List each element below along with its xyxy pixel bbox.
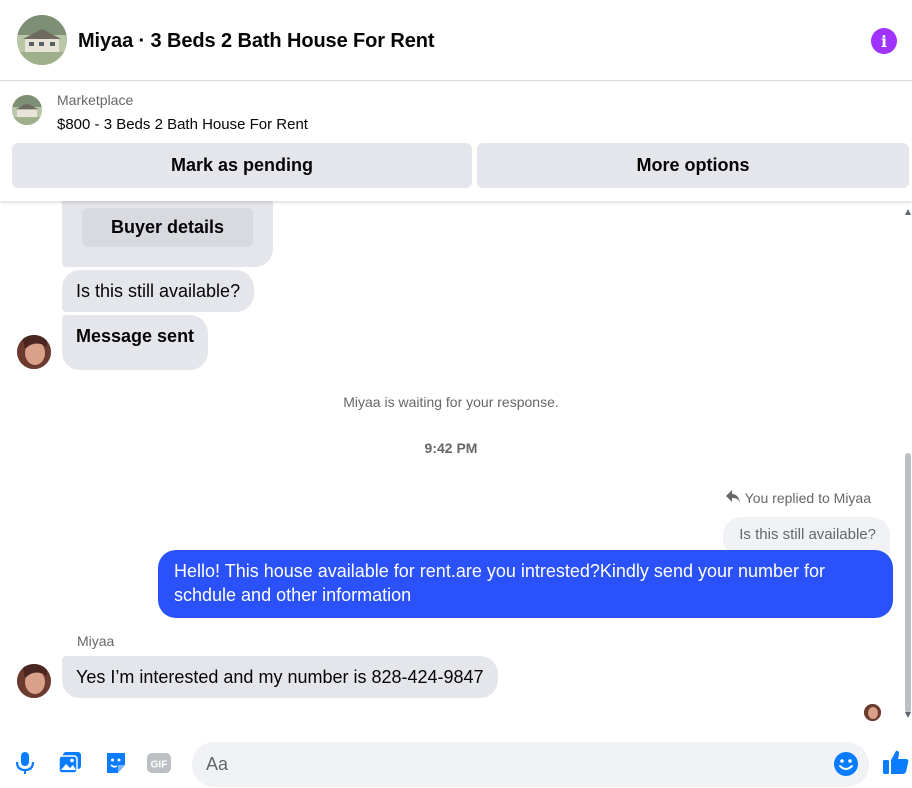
svg-text:GIF: GIF <box>151 760 168 771</box>
buyer-details-button[interactable]: Buyer details <box>82 208 253 247</box>
scroll-thumb[interactable] <box>905 453 911 713</box>
emoji-icon[interactable] <box>833 751 859 777</box>
thumbs-up-icon[interactable] <box>881 747 911 777</box>
microphone-icon[interactable] <box>12 750 38 776</box>
scroll-down-icon[interactable] <box>905 712 911 718</box>
outgoing-message-bubble[interactable]: Hello! This house available for rent.are… <box>158 550 893 618</box>
buyer-details-card: Buyer details <box>62 201 273 267</box>
sender-name: Miyaa <box>77 633 115 649</box>
message-bubble[interactable]: Yes I’m interested and my number is 828-… <box>62 656 498 698</box>
more-options-button[interactable]: More options <box>477 143 909 188</box>
contact-avatar[interactable] <box>17 335 51 369</box>
conversation-title: Miyaa · 3 Beds 2 Bath House For Rent <box>78 30 435 52</box>
reply-icon <box>725 489 741 506</box>
replied-label: You replied to Miyaa <box>744 489 871 506</box>
composer-bar: GIF <box>0 725 912 788</box>
contact-avatar[interactable] <box>17 664 51 698</box>
waiting-notice: Miyaa is waiting for your response. <box>343 394 559 410</box>
message-bubble[interactable]: Message sent <box>62 315 209 370</box>
listing-thumbnail[interactable] <box>12 95 42 125</box>
photo-icon[interactable] <box>57 750 83 776</box>
conversation-header: Miyaa · 3 Beds 2 Bath House For Rent i <box>0 0 912 81</box>
message-bubble[interactable]: Is this still available? <box>62 270 255 312</box>
listing-avatar[interactable] <box>17 15 67 65</box>
replied-indicator: You replied to Miyaa <box>725 489 871 506</box>
message-list[interactable]: Buyer details Is this still available? M… <box>0 201 912 725</box>
message-input[interactable] <box>206 742 826 787</box>
chat-scrollbar[interactable] <box>903 205 912 725</box>
gif-icon[interactable]: GIF <box>146 750 172 776</box>
marketplace-panel: Marketplace $800 - 3 Beds 2 Bath House F… <box>0 81 912 201</box>
info-icon[interactable]: i <box>871 28 897 54</box>
seen-receipt-avatar <box>864 704 881 721</box>
listing-title[interactable]: $800 - 3 Beds 2 Bath House For Rent <box>57 116 308 133</box>
marketplace-label: Marketplace <box>57 92 134 108</box>
sticker-icon[interactable] <box>103 750 129 776</box>
message-input-container <box>192 742 869 787</box>
timestamp: 9:42 PM <box>424 440 478 456</box>
scroll-up-icon[interactable] <box>905 209 911 215</box>
mark-as-pending-button[interactable]: Mark as pending <box>12 143 472 188</box>
